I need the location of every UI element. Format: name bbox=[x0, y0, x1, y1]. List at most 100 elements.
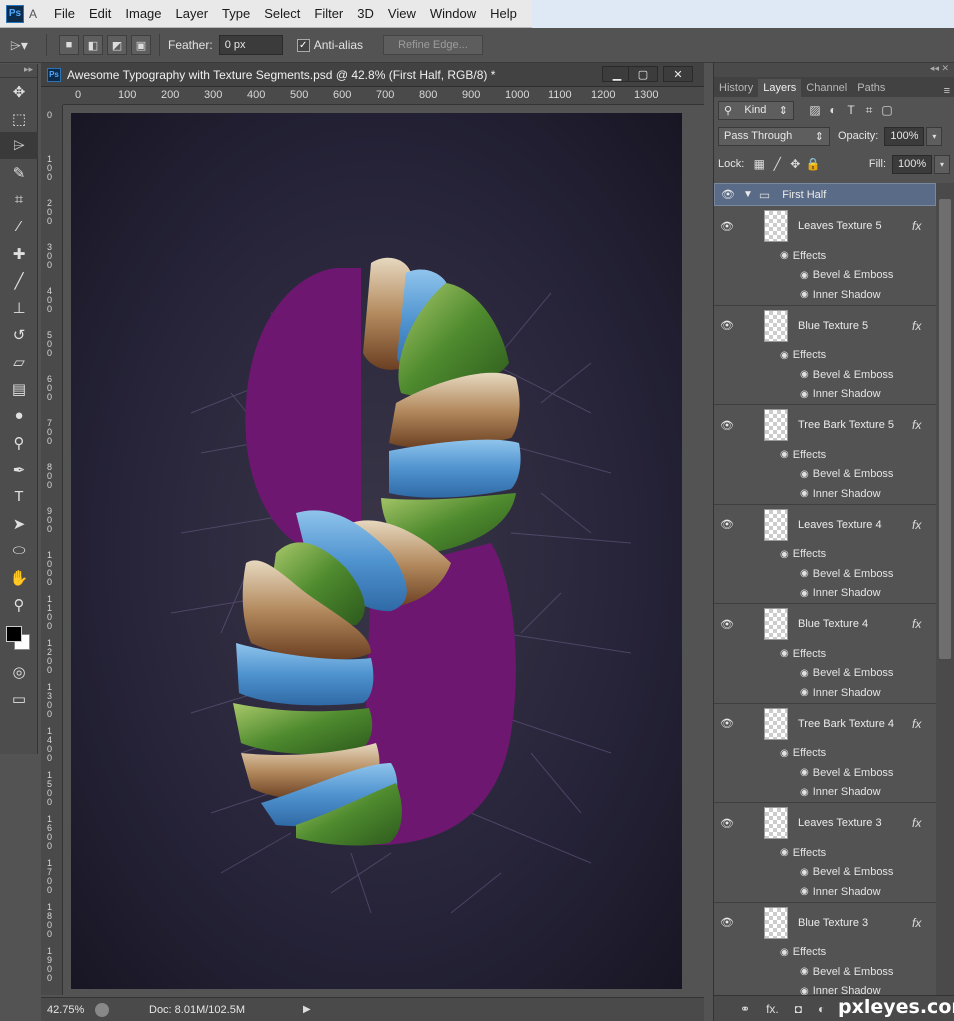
effect-item[interactable]: ◉ Bevel & Emboss bbox=[714, 266, 936, 286]
blend-mode-select[interactable]: Pass Through ⇕ bbox=[718, 126, 830, 146]
pixel-filter-icon[interactable]: ▨ bbox=[806, 101, 824, 119]
layer-row[interactable]: 👁 Blue Texture 5 fx ◉ Effects ◉ Bevel & Emboss… bbox=[714, 306, 936, 405]
effect-item[interactable]: ◉ Inner Shadow bbox=[714, 982, 936, 995]
layer-row[interactable]: 👁 Leaves Texture 4 fx ◉ Effects ◉ Bevel & Embo… bbox=[714, 505, 936, 604]
crop-tool-icon[interactable]: ⌗ bbox=[0, 186, 38, 213]
layer-group-row[interactable]: 👁 ▼ ▭ First Half bbox=[714, 183, 936, 206]
visibility-eye-icon[interactable]: ◉ bbox=[800, 289, 809, 300]
layer-main[interactable]: 👁 Tree Bark Texture 4 fx bbox=[714, 704, 936, 744]
fx-icon[interactable]: fx bbox=[912, 916, 921, 930]
visibility-eye-icon[interactable]: ◉ bbox=[800, 568, 809, 579]
smart-object-filter-icon[interactable]: ▢ bbox=[878, 101, 896, 119]
maximize-icon[interactable]: ▢ bbox=[628, 66, 658, 82]
visibility-eye-icon[interactable]: ◉ bbox=[780, 549, 789, 560]
quick-select-tool-icon[interactable]: ✎ bbox=[0, 159, 38, 186]
fx-icon[interactable]: fx bbox=[912, 319, 921, 333]
vertical-ruler[interactable]: 0 100 200 300 400 500 600 700 800 900 1000 1100 1200… bbox=[41, 105, 63, 995]
layer-row[interactable]: 👁 Blue Texture 4 fx ◉ Effects ◉ Bevel & Emboss… bbox=[714, 604, 936, 704]
layers-scroll-thumb[interactable] bbox=[939, 199, 951, 659]
visibility-eye-icon[interactable]: ◉ bbox=[780, 847, 789, 858]
layer-row[interactable]: 👁 Leaves Texture 3 fx ◉ Effects ◉ Bevel & Embo… bbox=[714, 803, 936, 903]
menu-layer[interactable]: Layer bbox=[169, 6, 216, 21]
layer-main[interactable]: 👁 Blue Texture 4 fx bbox=[714, 604, 936, 644]
lasso-tool-icon[interactable]: ⌲ bbox=[0, 132, 38, 159]
menu-help[interactable]: Help bbox=[483, 6, 524, 21]
effect-item[interactable]: ◉ Inner Shadow bbox=[714, 584, 936, 604]
effect-item[interactable]: ◉ Inner Shadow bbox=[714, 882, 936, 902]
visibility-eye-icon[interactable]: ◉ bbox=[800, 389, 809, 400]
fx-icon[interactable]: fx bbox=[912, 816, 921, 830]
ellipse-tool-icon[interactable]: ⬭ bbox=[0, 537, 38, 564]
fx-icon[interactable]: fx bbox=[912, 717, 921, 731]
layer-row[interactable]: 👁 Tree Bark Texture 4 fx ◉ Effects ◉ Bevel & E… bbox=[714, 704, 936, 803]
fill-dropdown-icon[interactable]: ▾ bbox=[934, 154, 950, 174]
menu-type[interactable]: Type bbox=[215, 6, 257, 21]
effects-row[interactable]: ◉ Effects bbox=[714, 843, 936, 863]
visibility-eye-icon[interactable]: 👁 bbox=[714, 817, 740, 830]
effects-row[interactable]: ◉ Effects bbox=[714, 445, 936, 465]
close-icon[interactable]: ✕ bbox=[663, 66, 693, 82]
tab-paths[interactable]: Paths bbox=[852, 79, 890, 97]
adjustment-filter-icon[interactable]: ◐ bbox=[824, 101, 842, 119]
feather-input[interactable] bbox=[218, 35, 283, 55]
horizontal-ruler[interactable]: 0 100 200 300 400 500 600 700 800 900 1000 1100 1200… bbox=[63, 87, 704, 105]
foreground-color-swatch[interactable] bbox=[6, 626, 22, 642]
layer-row[interactable]: 👁 Blue Texture 3 fx ◉ Effects ◉ Bevel & Emboss… bbox=[714, 903, 936, 995]
effects-row[interactable]: ◉ Effects bbox=[714, 246, 936, 266]
visibility-eye-icon[interactable]: ◉ bbox=[800, 867, 809, 878]
fx-icon[interactable]: fx bbox=[912, 219, 921, 233]
new-selection-icon[interactable]: ■ bbox=[59, 35, 79, 55]
fx-icon[interactable]: fx bbox=[912, 518, 921, 532]
layer-main[interactable]: 👁 Leaves Texture 3 fx bbox=[714, 803, 936, 843]
adjustment-layer-icon[interactable]: ◐ bbox=[818, 1002, 825, 1016]
visibility-eye-icon[interactable]: 👁 bbox=[714, 518, 740, 531]
layer-thumbnail[interactable] bbox=[764, 210, 788, 242]
intersect-selection-icon[interactable]: ▣ bbox=[131, 35, 151, 55]
layer-main[interactable]: 👁 Leaves Texture 5 fx bbox=[714, 206, 936, 246]
visibility-eye-icon[interactable]: ◉ bbox=[780, 250, 789, 261]
color-swatches[interactable] bbox=[0, 618, 38, 658]
healing-brush-tool-icon[interactable]: ✚ bbox=[0, 240, 38, 267]
effect-item[interactable]: ◉ Bevel & Emboss bbox=[714, 962, 936, 982]
effect-item[interactable]: ◉ Inner Shadow bbox=[714, 783, 936, 803]
hand-tool-icon[interactable]: ✋ bbox=[0, 564, 38, 591]
visibility-eye-icon[interactable]: ◉ bbox=[780, 748, 789, 759]
layer-main[interactable]: 👁 Blue Texture 3 fx bbox=[714, 903, 936, 943]
effect-item[interactable]: ◉ Bevel & Emboss bbox=[714, 365, 936, 385]
effects-row[interactable]: ◉ Effects bbox=[714, 644, 936, 664]
layer-main[interactable]: 👁 Tree Bark Texture 5 fx bbox=[714, 405, 936, 445]
dodge-tool-icon[interactable]: ⚲ bbox=[0, 429, 38, 456]
path-selection-tool-icon[interactable]: ➤ bbox=[0, 510, 38, 537]
visibility-eye-icon[interactable]: 👁 bbox=[714, 419, 740, 432]
fx-icon[interactable]: fx bbox=[912, 418, 921, 432]
panel-grip-icon[interactable]: ▸▸ bbox=[0, 64, 37, 78]
lock-image-icon[interactable]: ╱ bbox=[768, 155, 786, 173]
tab-history[interactable]: History bbox=[714, 79, 758, 97]
eraser-tool-icon[interactable]: ▱ bbox=[0, 348, 38, 375]
opacity-dropdown-icon[interactable]: ▾ bbox=[926, 126, 943, 146]
effect-item[interactable]: ◉ Bevel & Emboss bbox=[714, 664, 936, 684]
effect-item[interactable]: ◉ Bevel & Emboss bbox=[714, 564, 936, 584]
layer-mask-icon[interactable]: ◘ bbox=[795, 1002, 802, 1016]
link-layers-icon[interactable]: ⚭ bbox=[740, 1002, 750, 1016]
tab-layers[interactable]: Layers bbox=[758, 79, 802, 97]
effects-row[interactable]: ◉ Effects bbox=[714, 744, 936, 764]
layer-style-icon[interactable]: fx. bbox=[766, 1002, 779, 1016]
type-tool-icon[interactable]: T bbox=[0, 483, 38, 510]
document-tab[interactable]: Ps Awesome Typography with Texture Segme… bbox=[41, 63, 704, 87]
polygonal-lasso-icon[interactable]: ⌲▾ bbox=[0, 30, 38, 60]
add-selection-icon[interactable]: ◧ bbox=[83, 35, 103, 55]
visibility-eye-icon[interactable]: ◉ bbox=[800, 767, 809, 778]
zoom-level[interactable]: 42.75% bbox=[41, 1004, 95, 1016]
visibility-eye-icon[interactable]: 👁 bbox=[714, 916, 740, 929]
visibility-eye-icon[interactable]: ◉ bbox=[800, 469, 809, 480]
quick-mask-icon[interactable]: ◎ bbox=[0, 658, 38, 685]
shape-filter-icon[interactable]: ⌗ bbox=[860, 101, 878, 119]
visibility-eye-icon[interactable]: ◉ bbox=[800, 270, 809, 281]
effect-item[interactable]: ◉ Bevel & Emboss bbox=[714, 863, 936, 883]
effects-row[interactable]: ◉ Effects bbox=[714, 943, 936, 963]
visibility-eye-icon[interactable]: 👁 bbox=[714, 319, 740, 332]
move-tool-icon[interactable]: ✥ bbox=[0, 78, 38, 105]
pen-tool-icon[interactable]: ✒ bbox=[0, 456, 38, 483]
panel-menu-icon[interactable]: ≡ bbox=[939, 85, 954, 97]
